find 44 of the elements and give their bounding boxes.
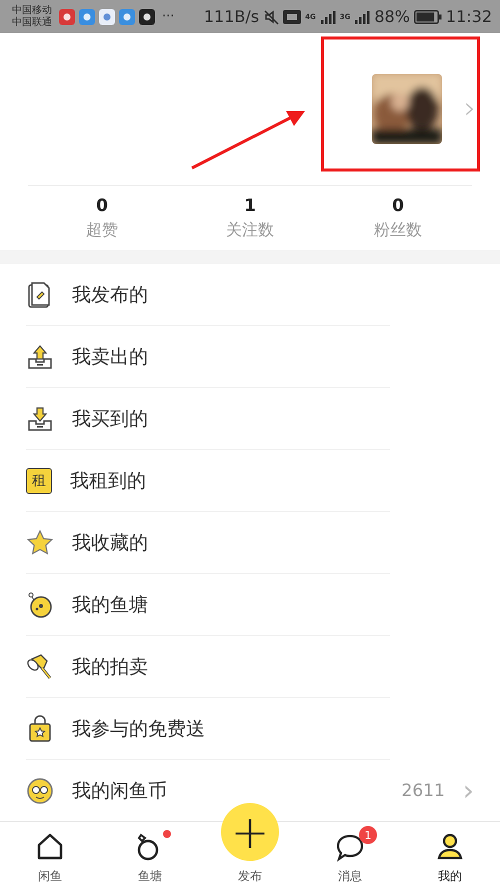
stat-value: 0 — [392, 196, 404, 216]
tab[interactable]: 闲鱼 — [0, 822, 100, 889]
menu-item[interactable]: 我的拍卖 — [26, 636, 390, 698]
home-icon — [35, 832, 65, 862]
battery-icon — [414, 10, 442, 24]
hammer-icon — [26, 652, 54, 680]
chevron-icon: › — [464, 94, 476, 124]
menu-item[interactable]: 租 我租到的 — [26, 450, 390, 512]
network-speed: 111B/s — [204, 7, 260, 26]
menu-item[interactable]: 我买到的 — [26, 388, 390, 450]
more-notifications: ··· — [162, 9, 174, 24]
clock: 11:32 — [446, 7, 492, 26]
app-icon — [139, 8, 155, 24]
hd-icon — [283, 10, 302, 24]
download-tray-icon — [26, 404, 54, 432]
carrier-name: 中国移动 — [12, 4, 52, 16]
app-icon — [119, 8, 135, 24]
plus-icon: + — [221, 803, 279, 861]
person-icon — [435, 832, 465, 862]
app-icon — [99, 8, 115, 24]
app-icon — [59, 8, 75, 24]
mute-icon — [263, 8, 280, 24]
stat-value: 0 — [96, 196, 108, 216]
signal-icon — [320, 8, 336, 24]
menu-item[interactable]: 我卖出的 — [26, 326, 390, 388]
coin-icon — [26, 776, 54, 804]
menu-item[interactable]: 我收藏的 — [26, 512, 390, 574]
app-icon — [79, 8, 95, 24]
menu-item[interactable]: 我发布的 — [26, 264, 390, 326]
rent-icon: 租 — [26, 468, 52, 494]
tab[interactable]: 我的 — [400, 822, 500, 889]
tab[interactable]: 鱼塘 — [100, 822, 200, 889]
battery-percent: 88% — [374, 7, 410, 26]
menu-item[interactable]: 我的鱼塘 — [26, 574, 390, 636]
stat-value: 1 — [244, 196, 256, 216]
pond-icon — [26, 590, 54, 618]
menu-item[interactable]: 我参与的免费送 — [26, 698, 390, 760]
tab[interactable]: 1 消息 — [300, 822, 400, 889]
signal-icon — [354, 8, 370, 24]
unread-badge: 1 — [359, 826, 377, 844]
carrier-name: 中国联通 — [12, 16, 52, 28]
upload-tray-icon — [26, 342, 54, 370]
chat-bubble-icon — [335, 832, 365, 862]
star-icon — [26, 528, 54, 556]
